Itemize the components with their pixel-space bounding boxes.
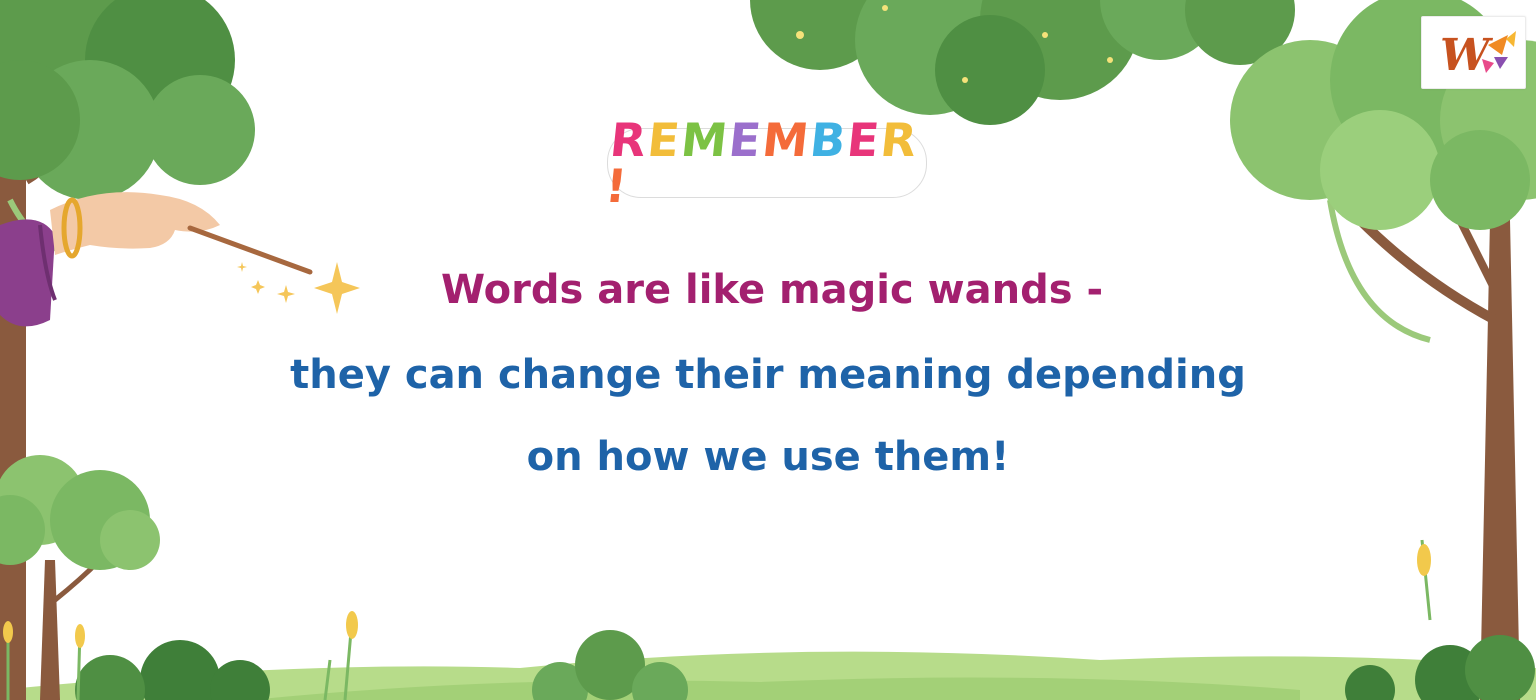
quote-line-1: Words are like magic wands - [440,267,1104,313]
remember-letter: E [844,113,884,167]
top-canopy [750,0,1295,125]
remember-badge: REMEMBER! [603,113,927,213]
bottom-center-bush [532,630,688,700]
remember-letter: M [759,113,814,167]
logo-mark-icon: W [1440,30,1516,81]
remember-letter: E [726,113,766,167]
remember-letter: R [607,113,651,167]
remember-letter: E [645,113,685,167]
brand-logo: W [1421,16,1526,89]
quote-line-3: on how we use them! [526,434,1010,480]
remember-letter: B [807,113,851,167]
bottom-left-tree [0,455,270,700]
right-tree [1230,0,1536,700]
poster-canvas: W REMEMBER! Words are like magic wands -… [0,0,1536,700]
bottom-right-bush [1345,635,1535,700]
nature-scene-illustration [0,0,1536,700]
svg-text:W: W [1440,30,1494,81]
remember-title: REMEMBER! [602,113,931,213]
remember-letter: R [877,113,922,167]
quote-line-2: they can change their meaning depending [290,352,1246,398]
remember-letter: ! [602,159,632,213]
left-tree [0,0,255,700]
remember-letter: M [678,113,732,167]
